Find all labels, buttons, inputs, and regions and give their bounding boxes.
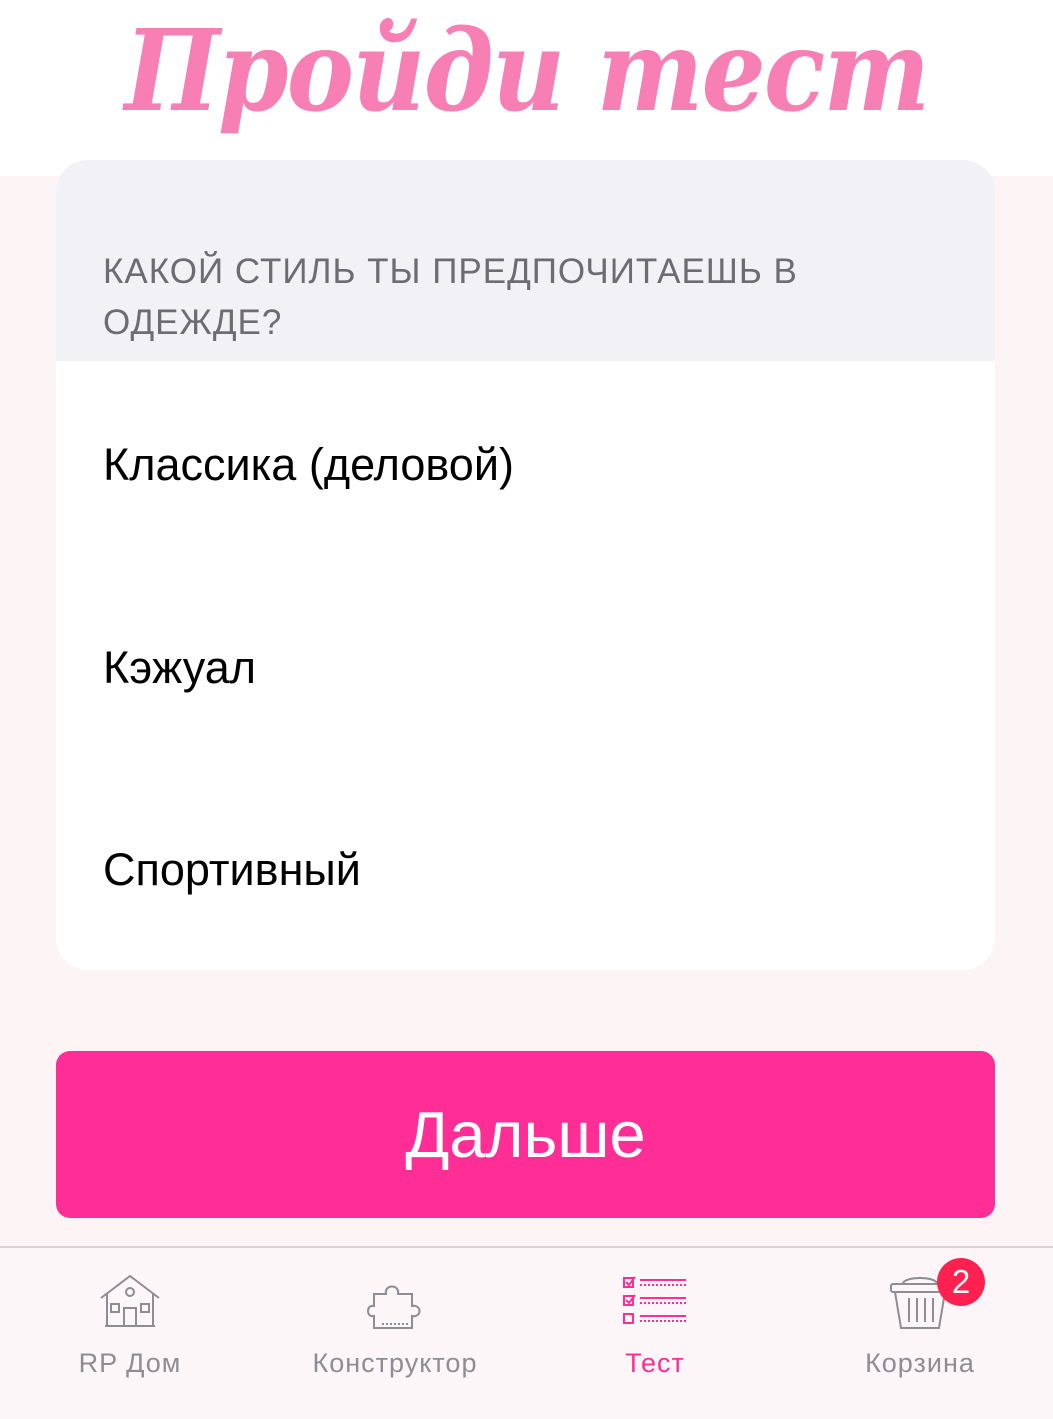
tab-constructor-label: Конструктор <box>312 1348 478 1378</box>
answer-option-classic[interactable]: Классика (деловой) <box>103 437 963 493</box>
tab-constructor[interactable]: Конструктор <box>290 1248 500 1419</box>
tab-cart[interactable]: Корзина <box>820 1248 1020 1419</box>
page-title: Пройди тест <box>124 6 931 137</box>
tab-bar: RP Дом Конструктор Тест Корзина <box>0 1246 1053 1419</box>
checklist-icon <box>623 1276 686 1324</box>
tab-cart-label: Корзина <box>865 1348 975 1378</box>
page-header: Пройди тест <box>0 0 1053 176</box>
question-header: КАКОЙ СТИЛЬ ТЫ ПРЕДПОЧИТАЕШЬ В ОДЕЖДЕ? <box>56 160 995 361</box>
tab-test-label: Тест <box>625 1348 685 1378</box>
tab-home-label: RP Дом <box>78 1348 182 1378</box>
question-card: КАКОЙ СТИЛЬ ТЫ ПРЕДПОЧИТАЕШЬ В ОДЕЖДЕ? К… <box>56 160 995 970</box>
tab-test[interactable]: Тест <box>560 1248 750 1419</box>
cart-count-badge: 2 <box>937 1258 985 1306</box>
next-button[interactable]: Дальше <box>56 1051 995 1218</box>
answer-option-sport[interactable]: Спортивный <box>103 842 963 898</box>
question-text: КАКОЙ СТИЛЬ ТЫ ПРЕДПОЧИТАЕШЬ В ОДЕЖДЕ? <box>103 252 798 342</box>
answer-option-casual[interactable]: Кэжуал <box>103 640 963 696</box>
puzzle-icon <box>367 1285 421 1329</box>
tab-home[interactable]: RP Дом <box>30 1248 230 1419</box>
house-icon <box>100 1274 160 1327</box>
